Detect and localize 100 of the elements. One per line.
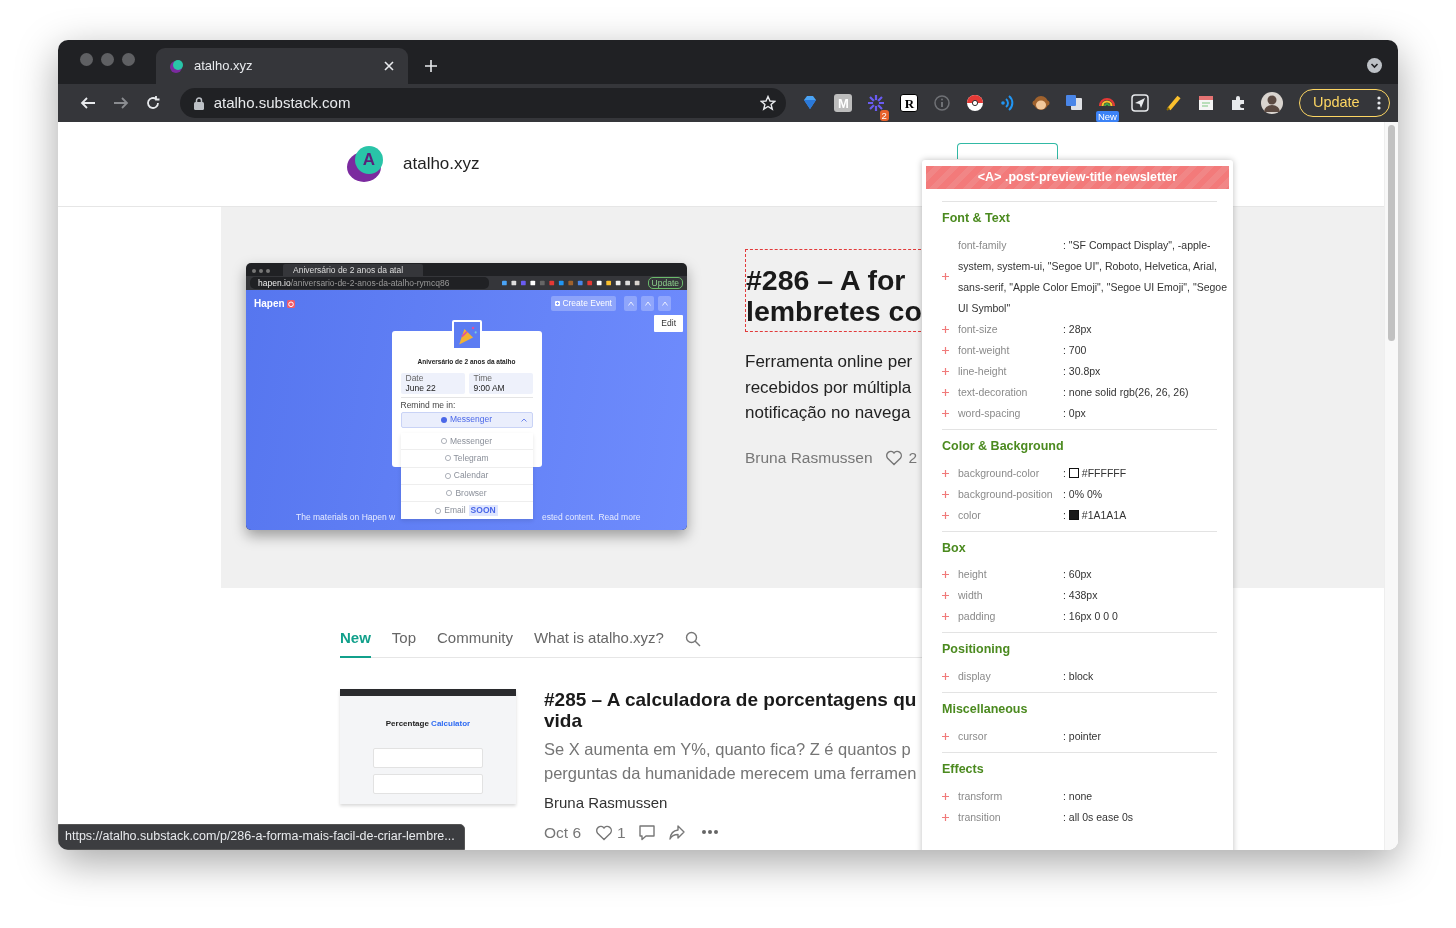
property-row-text: transition : all 0s ease 0s: [958, 809, 1135, 825]
paper-plane-icon[interactable]: [1131, 94, 1150, 112]
status-url: https://atalho.substack.com/p/286-a-forma-mais-facil-de-criar-lembre...: [58, 824, 465, 850]
scrollbar[interactable]: [1384, 122, 1398, 850]
caret-icon: [661, 301, 668, 306]
like-button[interactable]: 2: [884, 445, 918, 469]
option-icon: [446, 490, 453, 497]
option-icon: [435, 507, 442, 514]
option-icon: [444, 472, 451, 479]
add-icon[interactable]: [942, 673, 949, 680]
plus-icon: [555, 301, 561, 306]
bookmark-star-icon[interactable]: [759, 95, 776, 111]
caret-icon: [644, 301, 651, 306]
code-button[interactable]: [641, 296, 654, 311]
heart-icon: [595, 823, 614, 841]
close-icon[interactable]: [384, 61, 394, 71]
address-bar[interactable]: atalho.substack.com: [179, 88, 786, 118]
add-icon[interactable]: [942, 511, 949, 519]
property-row-text: cursor : pointer: [958, 728, 1102, 744]
post-title[interactable]: #285 – A calculadora de porcentagens qu vida: [544, 689, 917, 731]
add-icon[interactable]: [942, 346, 949, 354]
add-icon[interactable]: [942, 490, 949, 498]
add-icon[interactable]: [942, 388, 949, 396]
new-tab-icon[interactable]: [424, 59, 438, 73]
post-subtitle: Se X aumenta em Y%, quanto fica? Z é quantos p perguntas da humanidade merecem uma ferramen: [544, 739, 917, 784]
property-value: : #FFFFFF: [1063, 466, 1127, 479]
heart-icon: [884, 448, 903, 466]
extension-badge: 2: [879, 109, 889, 121]
add-icon[interactable]: [942, 273, 949, 281]
footer-text: The materials on Hapen w: [296, 511, 396, 524]
author-name[interactable]: Bruna Rasmussen: [745, 445, 873, 469]
field-value: June 22: [405, 382, 437, 393]
remind-label: Remind me in:: [400, 400, 457, 410]
forward-icon[interactable]: [112, 95, 129, 111]
add-icon[interactable]: [942, 813, 949, 821]
letter-tile-icon[interactable]: R: [900, 94, 919, 112]
property-row-text: padding : 16px 0 0 0: [958, 609, 1119, 625]
nav-tab[interactable]: Top: [391, 621, 417, 658]
property-row-text: text-decoration : none solid rgb(26, 26, 26): [958, 384, 1190, 400]
author-name[interactable]: Bruna Rasmussen: [544, 792, 917, 815]
search-button[interactable]: [684, 631, 701, 647]
add-icon[interactable]: [942, 613, 949, 621]
window-control-dot[interactable]: [122, 53, 135, 66]
add-icon[interactable]: [942, 409, 949, 417]
starburst-icon[interactable]: [867, 94, 886, 112]
note-icon[interactable]: [1197, 94, 1216, 112]
property-name: background-color: [958, 465, 1041, 481]
add-icon[interactable]: [942, 571, 949, 579]
monkey-icon[interactable]: [1032, 94, 1051, 112]
nav-tab[interactable]: Community: [437, 621, 513, 658]
add-icon[interactable]: [942, 367, 949, 375]
tab-search-icon[interactable]: [1367, 58, 1382, 73]
property-row-text: font-family : "SF Compact Display", -apple-system, system-ui, "Segoe UI", Roboto, Helvetica, Arial, sans-serif, "Apple Color Emoji", "Segoe UI Emoji", "Segoe UI Symbol": [958, 237, 1228, 316]
section-title: Miscellaneous: [942, 701, 1029, 718]
header-button[interactable]: [957, 143, 1058, 159]
add-icon[interactable]: [942, 469, 949, 477]
post-thumbnail[interactable]: Percentage Calculator: [340, 689, 516, 804]
section-title: Font & Text: [942, 210, 1011, 227]
dropdown-option: Messenger: [400, 433, 533, 451]
browser-tab[interactable]: atalho.xyz: [156, 48, 408, 84]
add-icon[interactable]: [942, 792, 949, 800]
property-row-text: width : 438px: [958, 588, 1099, 604]
thumbnail-title: Percentage Calculator: [385, 718, 471, 730]
share-button[interactable]: [667, 823, 686, 841]
property-row-text: font-size : 28px: [958, 321, 1093, 337]
reload-icon[interactable]: [145, 95, 162, 111]
hapen-logo: Hapen: [254, 296, 295, 311]
url-text: hapen.io/aniversario-de-2-anos-da-atalho-rymcq86: [258, 276, 450, 290]
edit-button[interactable]: [658, 296, 671, 311]
back-icon[interactable]: [80, 95, 97, 111]
more-button[interactable]: [701, 830, 718, 835]
nav-tab[interactable]: New: [340, 621, 371, 658]
dropdown-option: Browser: [400, 484, 533, 503]
nav-tab[interactable]: What is atalho.xyz?: [533, 621, 664, 658]
highlighter-icon[interactable]: [1164, 94, 1183, 112]
section-title: Color & Background: [942, 437, 1065, 455]
site-name[interactable]: atalho.xyz: [403, 151, 480, 177]
post-subtitle: Ferramenta online per recebidos por múltipla notificação no navega: [745, 351, 914, 424]
info-icon[interactable]: [933, 94, 952, 112]
post-title[interactable]: #286 – A for lembretes co: [745, 249, 921, 332]
window-control-dot[interactable]: [101, 53, 114, 66]
avatar-icon[interactable]: [1261, 92, 1284, 114]
dropdown-option: Telegram: [400, 450, 533, 468]
option-icon: [444, 455, 451, 462]
footer-text: ested content.: [542, 511, 596, 524]
alarm-icon: [286, 299, 295, 308]
inspector-header: <A> .post-preview-title newsletter: [926, 166, 1229, 189]
add-icon[interactable]: [942, 592, 949, 600]
window-control-dot[interactable]: [80, 53, 93, 66]
tab-title: atalho.xyz: [194, 57, 254, 76]
add-icon[interactable]: [942, 325, 949, 333]
site-logo[interactable]: A: [355, 146, 383, 174]
ball-icon[interactable]: [966, 94, 985, 112]
messenger-icon: [440, 416, 447, 423]
site-favicon-icon: [170, 59, 184, 73]
comment-button[interactable]: [637, 823, 656, 841]
translate-icon[interactable]: [1065, 94, 1084, 112]
add-icon[interactable]: [942, 732, 949, 740]
property-row-text: font-weight : 700: [958, 342, 1088, 358]
like-button[interactable]: 1: [595, 820, 626, 844]
